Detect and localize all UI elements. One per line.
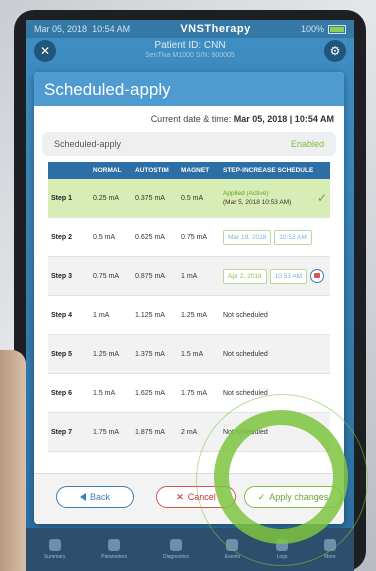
normal-value: 0.25 mA: [90, 179, 132, 218]
schedule-cell: Mar 19, 2018 10:53 AM: [220, 217, 330, 257]
scheduled-apply-toggle[interactable]: Scheduled-apply Enabled: [42, 132, 336, 156]
tab-logs[interactable]: Logs: [276, 539, 289, 560]
schedule-text: Not scheduled: [220, 295, 330, 335]
step-label: Step 6: [48, 373, 90, 413]
step-label: Step 1: [48, 179, 90, 218]
step-label: Step 3: [48, 256, 90, 296]
status-indicators: 100%: [301, 24, 346, 34]
table-row[interactable]: Step 2 0.5 mA 0.625 mA 0.75 mA Mar 19, 2…: [48, 217, 330, 257]
back-button[interactable]: Back: [56, 486, 134, 508]
date-field[interactable]: Apr 2, 2018: [223, 268, 267, 284]
bottom-tab-bar: Summary Parameters Diagnostics Events Lo…: [26, 528, 354, 571]
autostim-value: 0.875 mA: [132, 256, 178, 296]
tab-diagnostics[interactable]: Diagnostics: [163, 539, 189, 560]
col-step: [48, 162, 90, 179]
autostim-value: 0.625 mA: [132, 217, 178, 257]
table-row[interactable]: Step 7 1.75 mA 1.875 mA 2 mA Not schedul…: [48, 412, 330, 452]
current-datetime: Current date & time: Mar 05, 2018 | 10:5…: [150, 114, 334, 124]
status-datetime: Mar 05, 2018 10:54 AM: [34, 24, 131, 34]
tab-events[interactable]: Events: [225, 539, 240, 560]
table-row[interactable]: Step 3 0.75 mA 0.875 mA 1 mA Apr 2, 2018…: [48, 256, 330, 296]
check-icon: ✓: [316, 191, 327, 205]
tab-more[interactable]: More: [323, 539, 336, 560]
table-row[interactable]: Step 4 1 mA 1.125 mA 1.25 mA Not schedul…: [48, 295, 330, 335]
col-schedule: STEP-INCREASE SCHEDULE: [223, 167, 314, 174]
finger-photo: [0, 350, 26, 571]
battery-text: 100%: [300, 24, 324, 34]
magnet-value: 1.75 mA: [178, 373, 220, 413]
normal-value: 0.75 mA: [90, 256, 132, 296]
normal-value: 1 mA: [90, 295, 132, 335]
col-magnet: MAGNET: [181, 167, 210, 174]
schedule-cell: Applied (Active) (Mar 5, 2018 10:53 AM) …: [220, 179, 330, 218]
step-schedule-table: NORMAL AUTOSTIM MAGNET STEP-INCREASE SCH…: [48, 162, 330, 452]
patient-id: Patient ID: CNN: [154, 40, 226, 51]
summary-icon: [48, 539, 61, 551]
table-header: NORMAL AUTOSTIM MAGNET STEP-INCREASE SCH…: [48, 162, 330, 179]
tab-parameters[interactable]: Parameters: [101, 539, 127, 560]
schedule-cell: Apr 2, 2018 10:53 AM: [220, 256, 330, 296]
normal-value: 1.25 mA: [90, 334, 132, 374]
autostim-value: 0.375 mA: [132, 179, 178, 218]
magnet-value: 0.5 mA: [178, 179, 220, 218]
cancel-label: Cancel: [187, 492, 216, 502]
normal-value: 1.75 mA: [90, 412, 132, 452]
status-bar: Mar 05, 2018 10:54 AM VNSTherapy 100%: [26, 20, 354, 38]
col-autostim: AUTOSTIM: [135, 167, 169, 174]
magnet-value: 1 mA: [178, 256, 220, 296]
tablet-screen: Mar 05, 2018 10:54 AM VNSTherapy 100% ✕ …: [26, 20, 354, 571]
x-icon: ✕: [176, 491, 184, 502]
back-label: Back: [89, 492, 110, 502]
events-icon: [226, 539, 239, 551]
battery-icon: [327, 24, 346, 34]
normal-value: 0.5 mA: [90, 217, 132, 257]
magnet-value: 1.5 mA: [178, 334, 220, 374]
autostim-value: 1.625 mA: [132, 373, 178, 413]
more-icon: [323, 539, 336, 551]
date-field[interactable]: Mar 19, 2018: [223, 229, 272, 245]
step-label: Step 4: [48, 295, 90, 335]
autostim-value: 1.125 mA: [132, 295, 178, 335]
table-row[interactable]: Step 1 0.25 mA 0.375 mA 0.5 mA Applied (…: [48, 179, 330, 218]
check-icon: ✓: [257, 491, 266, 502]
magnet-value: 2 mA: [178, 412, 220, 452]
device-serial: SenTiva M1000 S/N: 900005: [145, 52, 235, 59]
step-label: Step 7: [48, 412, 90, 452]
parameters-icon: [108, 539, 121, 551]
step-label: Step 5: [48, 334, 90, 374]
tab-summary[interactable]: Summary: [44, 539, 65, 560]
autostim-value: 1.875 mA: [132, 412, 178, 452]
schedule-text: Not scheduled: [220, 412, 330, 452]
scheduled-apply-dialog: Scheduled-apply Current date & time: Mar…: [34, 72, 344, 524]
logs-icon: [276, 539, 289, 551]
cancel-button[interactable]: ✕ Cancel: [156, 486, 236, 508]
patient-bar: ✕ Patient ID: CNN SenTiva M1000 S/N: 900…: [26, 38, 354, 72]
table-row[interactable]: Step 5 1.25 mA 1.375 mA 1.5 mA Not sched…: [48, 334, 330, 374]
apply-changes-button[interactable]: ✓ Apply changes: [244, 486, 342, 508]
dialog-title: Scheduled-apply: [34, 72, 344, 106]
table-row[interactable]: Step 6 1.5 mA 1.625 mA 1.75 mA Not sched…: [48, 373, 330, 413]
schedule-text: Not scheduled: [220, 334, 330, 374]
schedule-text: Not scheduled: [220, 373, 330, 413]
settings-icon[interactable]: ⚙: [324, 40, 346, 62]
normal-value: 1.5 mA: [90, 373, 132, 413]
time-field[interactable]: 10:53 AM: [269, 268, 308, 284]
col-normal: NORMAL: [93, 167, 122, 174]
dialog-footer: Back ✕ Cancel ✓ Apply changes: [34, 473, 344, 524]
scheduled-apply-label: Scheduled-apply: [54, 139, 122, 149]
diagnostics-icon: [169, 539, 182, 551]
time-field[interactable]: 10:53 AM: [274, 229, 312, 245]
brand-logo: VNSTherapy: [180, 23, 251, 35]
calendar-icon[interactable]: [310, 268, 325, 283]
chevron-left-icon: [79, 493, 86, 501]
step-label: Step 2: [48, 217, 90, 257]
autostim-value: 1.375 mA: [132, 334, 178, 374]
magnet-value: 0.75 mA: [178, 217, 220, 257]
apply-label: Apply changes: [269, 492, 329, 502]
scheduled-apply-status: Enabled: [290, 139, 324, 149]
applied-status: Applied (Active) (Mar 5, 2018 10:53 AM): [223, 190, 292, 206]
magnet-value: 1.25 mA: [178, 295, 220, 335]
